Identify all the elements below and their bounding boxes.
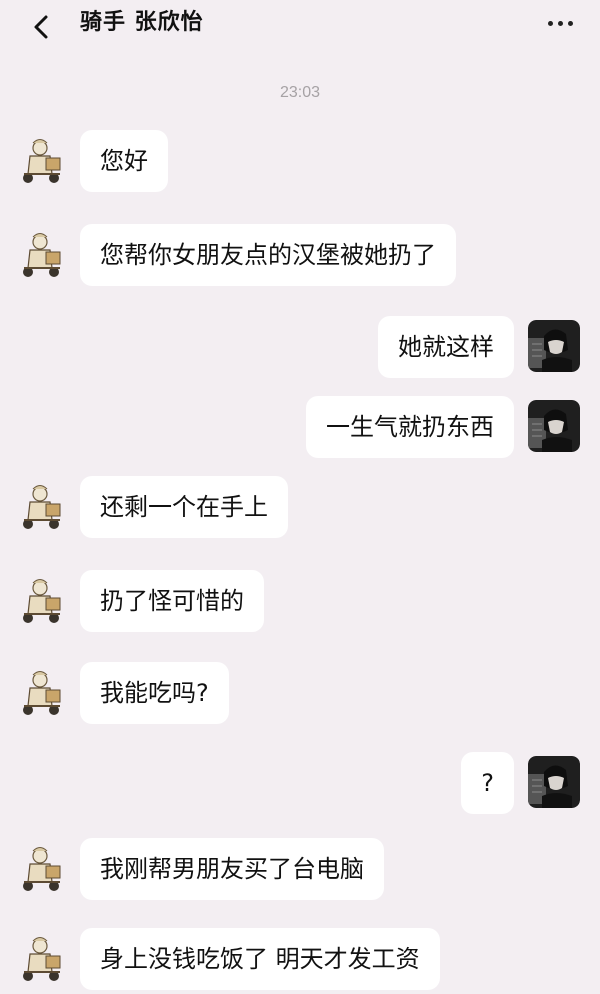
message-bubble: 您帮你女朋友点的汉堡被她扔了 — [80, 224, 456, 286]
message-row: 一生气就扔东西 — [0, 392, 600, 462]
message-bubble: 扔了怪可惜的 — [80, 570, 264, 632]
rider-avatar[interactable] — [16, 480, 68, 532]
rider-avatar[interactable] — [16, 932, 68, 984]
chat-header: 骑手 张欣怡 — [0, 0, 600, 56]
message-bubble: 您好 — [80, 130, 168, 192]
message-bubble: 她就这样 — [378, 316, 514, 378]
message-row: 您帮你女朋友点的汉堡被她扔了 — [0, 220, 600, 290]
back-button[interactable] — [24, 10, 58, 44]
message-row: 还剩一个在手上 — [0, 472, 600, 542]
message-bubble: 一生气就扔东西 — [306, 396, 514, 458]
rider-avatar[interactable] — [16, 666, 68, 718]
message-bubble: 还剩一个在手上 — [80, 476, 288, 538]
message-row: 扔了怪可惜的 — [0, 566, 600, 636]
message-bubble: 我能吃吗? — [80, 662, 229, 724]
message-row: 身上没钱吃饭了 明天才发工资 — [0, 924, 600, 994]
message-bubble: 我刚帮男朋友买了台电脑 — [80, 838, 384, 900]
user-avatar[interactable] — [528, 320, 580, 372]
chat-title: 骑手 张欣怡 — [80, 10, 204, 35]
chevron-left-icon — [34, 15, 48, 39]
rider-avatar[interactable] — [16, 574, 68, 626]
message-bubble: ? — [461, 752, 514, 814]
rider-avatar[interactable] — [16, 134, 68, 186]
user-avatar[interactable] — [528, 756, 580, 808]
user-avatar[interactable] — [528, 400, 580, 452]
message-row: 我刚帮男朋友买了台电脑 — [0, 834, 600, 904]
more-dots-icon[interactable] — [540, 8, 580, 38]
message-bubble: 身上没钱吃饭了 明天才发工资 — [80, 928, 440, 990]
rider-avatar[interactable] — [16, 842, 68, 894]
message-row: 她就这样 — [0, 312, 600, 382]
message-row: 我能吃吗? — [0, 658, 600, 728]
message-row: ? — [0, 748, 600, 818]
timestamp: 23:03 — [279, 84, 321, 101]
rider-avatar[interactable] — [16, 228, 68, 280]
message-row: 您好 — [0, 126, 600, 196]
